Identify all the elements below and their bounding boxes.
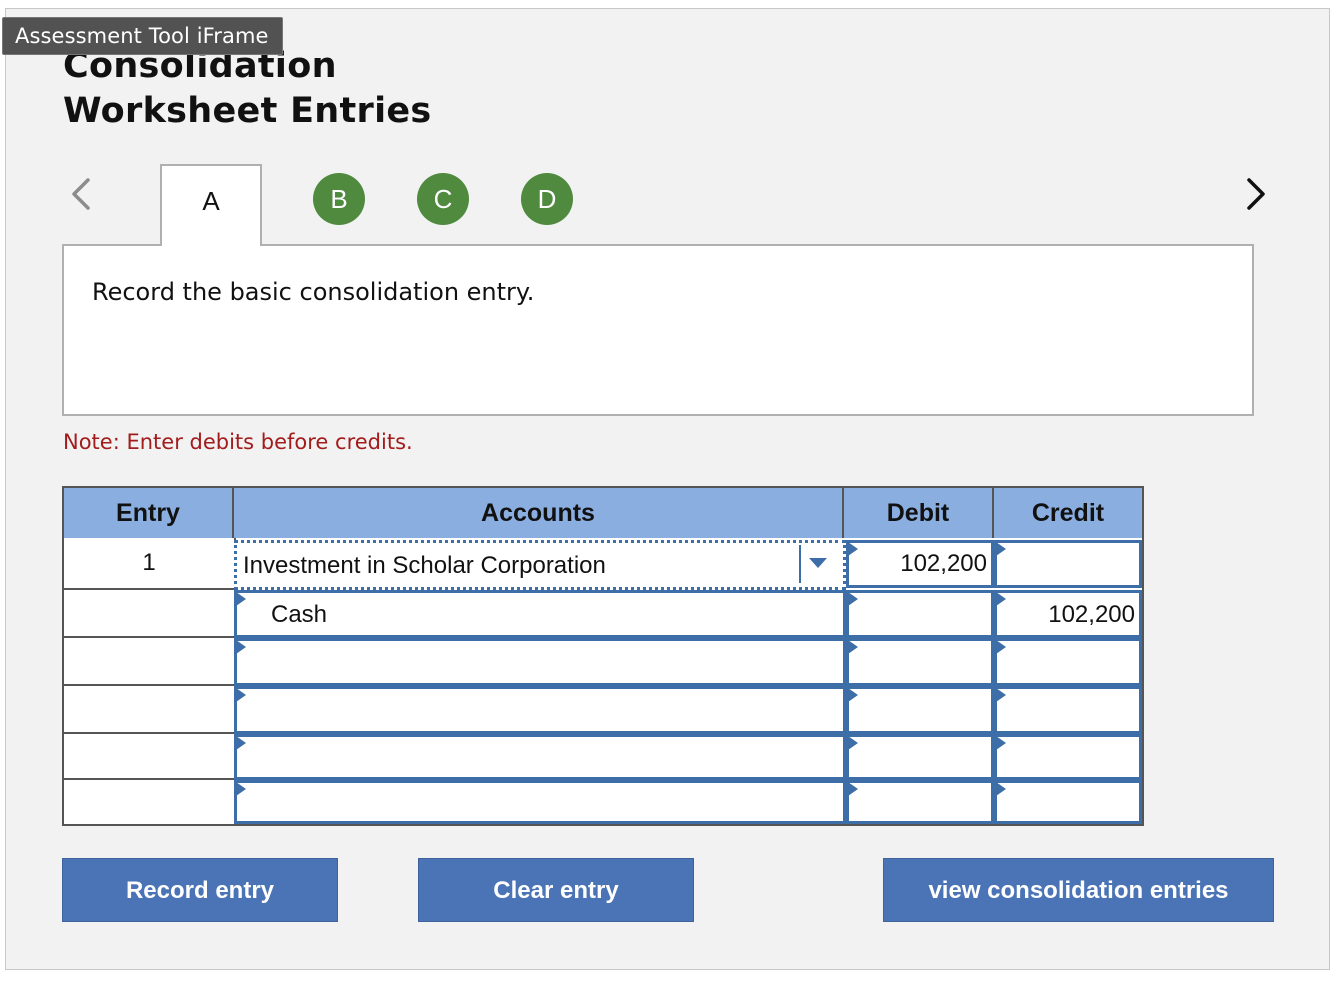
prev-tab-button[interactable]: [60, 170, 100, 218]
debit-input[interactable]: [846, 734, 994, 780]
credit-input[interactable]: [994, 540, 1142, 588]
input-marker-icon: [848, 592, 858, 606]
clear-entry-button[interactable]: Clear entry: [418, 858, 694, 922]
tab-b[interactable]: B: [313, 173, 365, 225]
entry-number-cell: [64, 590, 236, 638]
next-tab-button[interactable]: [1236, 170, 1276, 218]
input-marker-icon: [236, 592, 246, 606]
note-text: Note: Enter debits before credits.: [63, 430, 413, 454]
account-select[interactable]: Investment in Scholar Corporation: [234, 540, 846, 590]
input-marker-icon: [236, 736, 246, 750]
account-select-value: Investment in Scholar Corporation: [243, 552, 606, 579]
header-debit: Debit: [844, 488, 994, 538]
chevron-right-icon: [1247, 178, 1265, 210]
account-input[interactable]: [234, 780, 846, 824]
instruction-text: Record the basic consolidation entry.: [92, 278, 535, 306]
entry-number-cell: [64, 734, 236, 780]
debit-input[interactable]: [846, 590, 994, 638]
dropdown-button[interactable]: [799, 545, 835, 583]
account-input[interactable]: [234, 734, 846, 780]
chevron-left-icon: [72, 178, 90, 210]
debit-input[interactable]: [846, 686, 994, 734]
debit-value: 102,200: [900, 550, 987, 577]
chevron-down-icon: [809, 558, 827, 568]
debit-input[interactable]: [846, 780, 994, 824]
tab-a[interactable]: A: [160, 164, 262, 246]
credit-input[interactable]: [994, 734, 1142, 780]
input-marker-icon: [996, 592, 1006, 606]
input-marker-icon: [848, 736, 858, 750]
view-consolidation-entries-button[interactable]: view consolidation entries: [883, 858, 1274, 922]
input-marker-icon: [848, 782, 858, 796]
instruction-panel: Record the basic consolidation entry.: [62, 244, 1254, 416]
account-input[interactable]: [234, 638, 846, 686]
journal-entry-table: Entry Accounts Debit Credit 1 Investment…: [62, 486, 1144, 826]
input-marker-icon: [236, 640, 246, 654]
input-marker-icon: [996, 736, 1006, 750]
debit-input[interactable]: 102,200: [846, 540, 994, 588]
credit-input[interactable]: 102,200: [994, 590, 1142, 638]
credit-input[interactable]: [994, 638, 1142, 686]
input-marker-icon: [236, 688, 246, 702]
input-marker-icon: [236, 782, 246, 796]
debit-input[interactable]: [846, 638, 994, 686]
input-marker-icon: [996, 542, 1006, 556]
tab-c[interactable]: C: [417, 173, 469, 225]
credit-input[interactable]: [994, 686, 1142, 734]
frame-label: Assessment Tool iFrame: [2, 17, 283, 55]
title-line-2: Worksheet Entries: [63, 91, 432, 131]
entry-number-cell: [64, 780, 236, 824]
account-input[interactable]: Cash: [234, 590, 846, 638]
input-marker-icon: [848, 542, 858, 556]
credit-value: 102,200: [1048, 601, 1135, 628]
input-marker-icon: [848, 688, 858, 702]
header-credit: Credit: [994, 488, 1142, 538]
header-accounts: Accounts: [234, 488, 844, 538]
page-title: Consolidation Worksheet Entries: [63, 44, 432, 134]
input-marker-icon: [996, 640, 1006, 654]
record-entry-button[interactable]: Record entry: [62, 858, 338, 922]
input-marker-icon: [848, 640, 858, 654]
input-marker-icon: [996, 782, 1006, 796]
header-entry: Entry: [64, 488, 234, 538]
credit-input[interactable]: [994, 780, 1142, 824]
entry-number-cell: 1: [64, 538, 236, 590]
account-input[interactable]: [234, 686, 846, 734]
entry-number-cell: [64, 638, 236, 686]
account-value: Cash: [271, 601, 328, 628]
input-marker-icon: [996, 688, 1006, 702]
entry-number-cell: [64, 686, 236, 734]
tab-d[interactable]: D: [521, 173, 573, 225]
